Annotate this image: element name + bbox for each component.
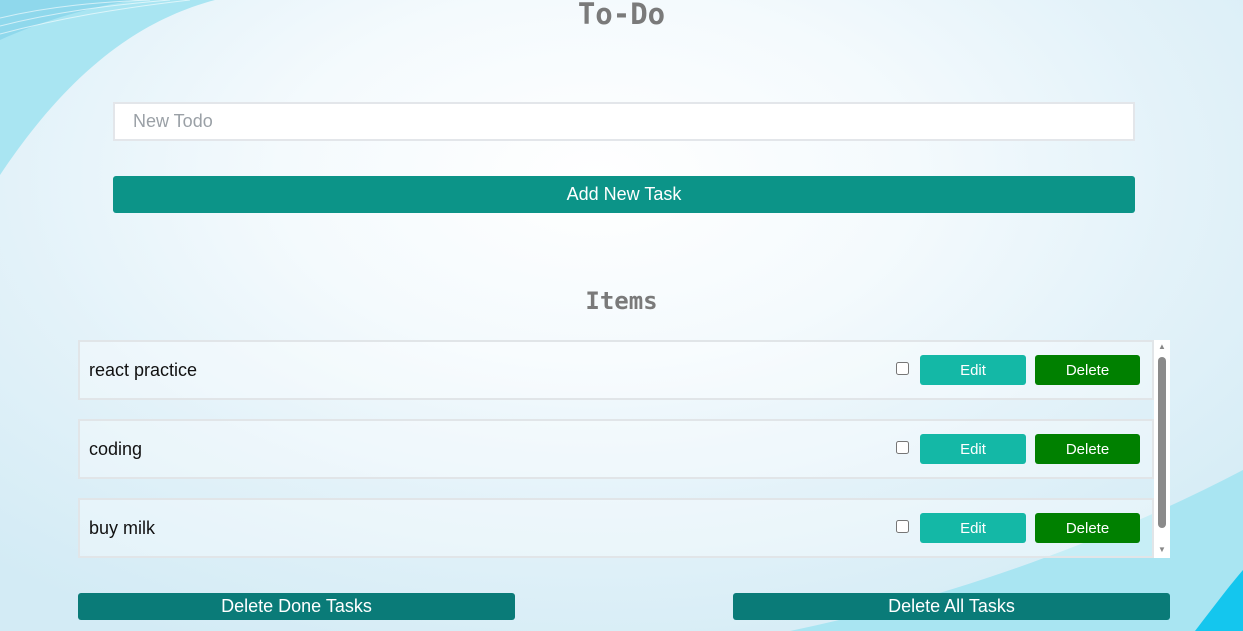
todo-item: coding Edit Delete [78, 419, 1154, 479]
new-todo-input[interactable] [113, 102, 1135, 141]
todo-item: react practice Edit Delete [78, 340, 1154, 400]
todo-item-text: coding [89, 439, 143, 459]
todo-done-checkbox[interactable] [896, 362, 909, 375]
edit-button[interactable]: Edit [920, 434, 1026, 464]
scrollbar-thumb[interactable] [1158, 357, 1166, 528]
delete-button[interactable]: Delete [1035, 434, 1140, 464]
page-title: To-Do [577, 0, 666, 31]
edit-button[interactable]: Edit [920, 355, 1026, 385]
todo-done-checkbox[interactable] [896, 520, 909, 533]
items-heading: Items [585, 287, 658, 315]
delete-all-tasks-button[interactable]: Delete All Tasks [733, 593, 1170, 620]
todo-list: react practice Edit Delete coding Edit D… [78, 340, 1170, 558]
delete-button[interactable]: Delete [1035, 355, 1140, 385]
delete-done-tasks-button[interactable]: Delete Done Tasks [78, 593, 515, 620]
todo-item-text: react practice [89, 360, 198, 380]
delete-button[interactable]: Delete [1035, 513, 1140, 543]
todo-item-text: buy milk [89, 518, 156, 538]
todo-item: buy milk Edit Delete [78, 498, 1154, 558]
scroll-down-arrow-icon[interactable]: ▼ [1154, 543, 1170, 557]
list-scrollbar[interactable]: ▲ ▼ [1154, 340, 1170, 558]
todo-done-checkbox[interactable] [896, 441, 909, 454]
edit-button[interactable]: Edit [920, 513, 1026, 543]
scroll-up-arrow-icon[interactable]: ▲ [1154, 340, 1170, 354]
add-new-task-button[interactable]: Add New Task [113, 176, 1135, 213]
